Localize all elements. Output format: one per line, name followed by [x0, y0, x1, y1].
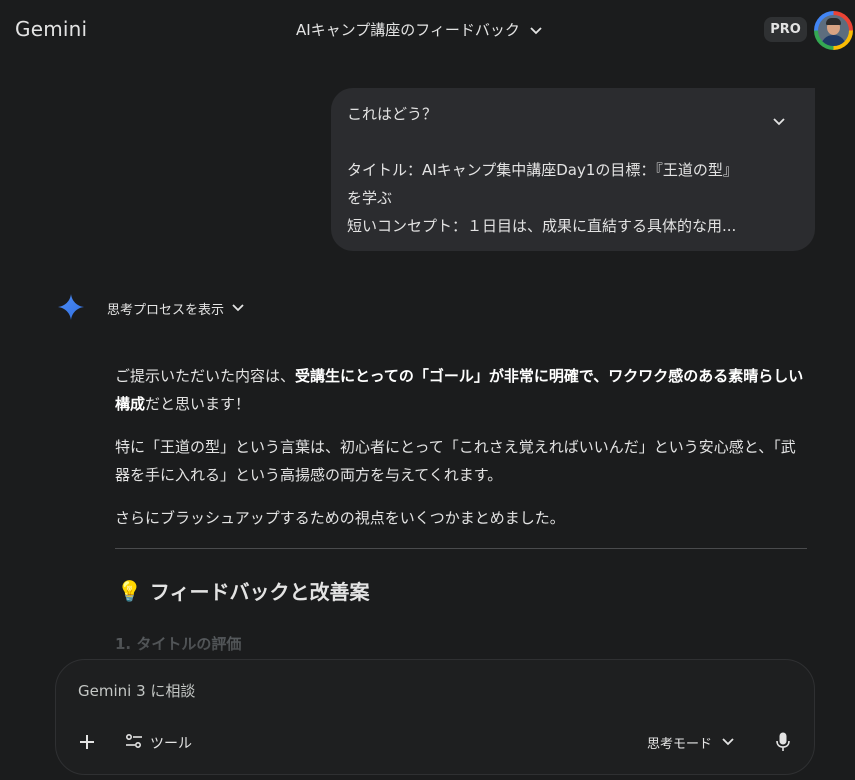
- expand-message-button[interactable]: [769, 110, 789, 130]
- mode-label: 思考モード: [647, 737, 713, 752]
- avatar-photo: [818, 15, 849, 46]
- avatar[interactable]: [814, 11, 853, 50]
- add-attachment-button[interactable]: [74, 731, 100, 757]
- section-heading: 💡 フィードバックと改善案: [117, 576, 370, 605]
- pro-plan-badge[interactable]: PRO: [764, 17, 807, 42]
- gemini-spark-icon: [58, 294, 84, 320]
- tools-button[interactable]: ツール: [125, 733, 192, 753]
- microphone-button[interactable]: [772, 731, 794, 757]
- thinking-mode-selector[interactable]: 思考モード: [647, 733, 734, 752]
- conversation-title: AIキャンプ講座のフィードバック: [296, 21, 520, 39]
- user-message-bubble: これはどう？ タイトル：AIキャンプ集中講座Day1の目標：『王道の型』 を学ぶ…: [331, 88, 815, 251]
- section-heading-text: フィードバックと改善案: [149, 580, 370, 604]
- divider: [115, 548, 807, 549]
- chevron-down-icon: [530, 21, 542, 39]
- thinking-process-label: 思考プロセスを表示: [107, 303, 225, 318]
- lightbulb-icon: 💡: [117, 578, 142, 603]
- user-message-line: タイトル：AIキャンプ集中講座Day1の目標：『王道の型』: [347, 161, 738, 179]
- user-message-line: 短いコンセプト：１日目は、成果に直結する具体的な用...: [347, 217, 737, 235]
- response-paragraph: ご提示いただいた内容は、受講生にとっての「ゴール」が非常に明確で、ワクワク感のあ…: [115, 367, 804, 413]
- tune-icon: [125, 733, 143, 753]
- model-response: ご提示いただいた内容は、受講生にとっての「ゴール」が非常に明確で、ワクワク感のあ…: [115, 362, 807, 547]
- prompt-composer: ツール 思考モード: [55, 659, 815, 775]
- chevron-down-icon: [773, 111, 785, 130]
- user-message-line: これはどう？: [347, 105, 438, 123]
- prompt-input[interactable]: [78, 677, 778, 705]
- gemini-logo-text[interactable]: Gemini: [15, 17, 87, 41]
- chevron-down-icon: [722, 735, 734, 750]
- response-paragraph: さらにブラッシュアップするための視点をいくつかまとめました。: [115, 509, 565, 527]
- conversation-title-dropdown[interactable]: AIキャンプ講座のフィードバック: [296, 19, 542, 40]
- microphone-icon: [776, 732, 790, 756]
- sub-heading: 1. タイトルの評価: [115, 635, 242, 653]
- plus-icon: [78, 733, 96, 755]
- user-message-line: を学ぶ: [347, 189, 393, 207]
- show-thinking-process-button[interactable]: 思考プロセスを表示: [107, 299, 244, 318]
- tools-label: ツール: [150, 736, 192, 752]
- response-paragraph: 特に「王道の型」という言葉は、初心者にとって「これさえ覚えればいいんだ」という安…: [115, 438, 796, 484]
- chevron-down-icon: [232, 301, 244, 316]
